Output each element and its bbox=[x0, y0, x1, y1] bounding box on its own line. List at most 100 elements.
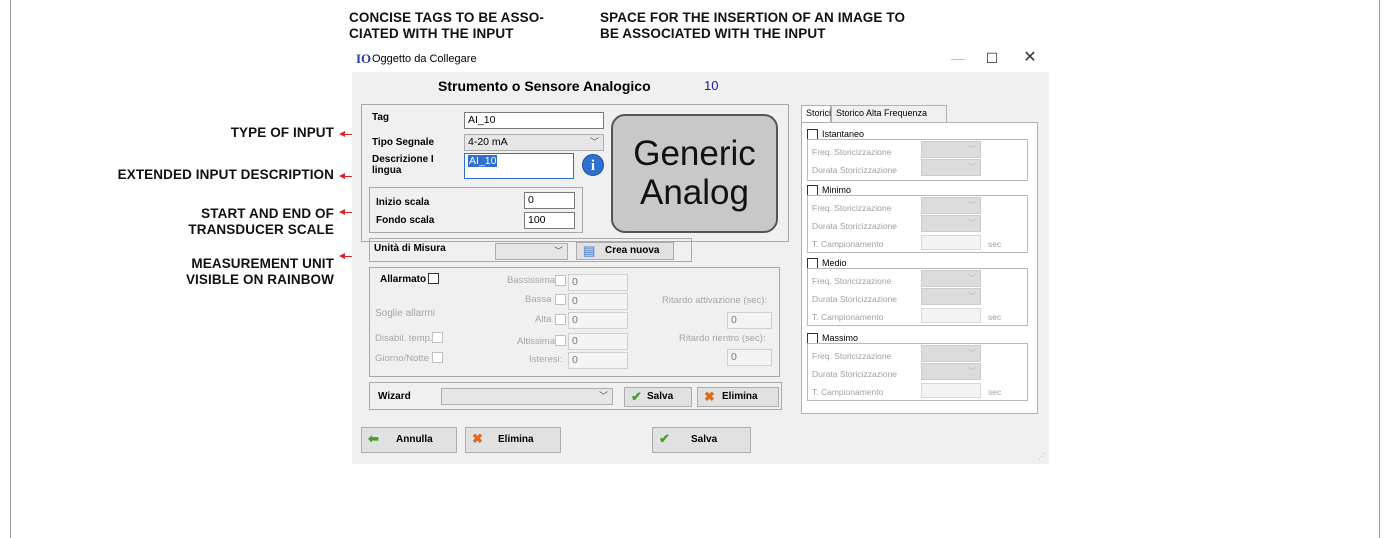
instant-duration-select[interactable]: ﹀ bbox=[921, 159, 981, 176]
footer-save-button[interactable]: ✔ Salva bbox=[652, 427, 751, 453]
very-high-label: Altissima bbox=[517, 336, 556, 347]
return-delay-input[interactable]: 0 bbox=[727, 349, 772, 366]
chevron-down-icon: ﹀ bbox=[968, 145, 976, 154]
day-night-checkbox[interactable] bbox=[432, 352, 443, 363]
very-low-input[interactable]: 0 bbox=[568, 274, 628, 291]
description-value: AI_10 bbox=[468, 155, 498, 167]
annotation-unit-line2: VISIBLE ON RAINBOW bbox=[185, 272, 334, 287]
very-high-input[interactable]: 0 bbox=[568, 333, 628, 350]
input-image[interactable]: Generic Analog bbox=[611, 114, 778, 233]
annotation-extended-desc: EXTENDED INPUT DESCRIPTION bbox=[117, 167, 334, 182]
scale-start-label: Inizio scala bbox=[376, 197, 430, 208]
maximum-freq-label: Freq. Storicizzazione bbox=[812, 351, 892, 361]
thresholds-label: Soglie allarmi bbox=[375, 308, 436, 319]
arrow-left-icon: ⬅ bbox=[368, 431, 379, 446]
medium-sampling-input[interactable] bbox=[921, 308, 981, 323]
alarmed-checkbox[interactable] bbox=[428, 273, 439, 284]
high-input[interactable]: 0 bbox=[568, 312, 628, 329]
scale-start-input[interactable]: 0 bbox=[524, 192, 575, 209]
delete-icon: ✖ bbox=[472, 431, 483, 446]
return-delay-label: Ritardo rientro (sec): bbox=[679, 333, 766, 344]
annotation-unit-line1: MEASUREMENT UNIT bbox=[191, 256, 334, 271]
description-label-line1: Descrizione I bbox=[372, 154, 434, 165]
annotation-image: SPACE FOR THE INSERTION OF AN IMAGE TO B… bbox=[600, 10, 905, 42]
tab-storico-alta-frequenza[interactable]: Storico Alta Frequenza bbox=[831, 105, 947, 122]
temp-disable-checkbox[interactable] bbox=[432, 332, 443, 343]
page-title: Strumento o Sensore Analogico bbox=[438, 78, 651, 94]
hysteresis-label: Isteresi: bbox=[529, 354, 563, 365]
footer-delete-label: Elimina bbox=[498, 434, 534, 445]
resize-grip-icon[interactable]: ⋰ bbox=[1038, 452, 1046, 461]
signal-type-select[interactable]: 4-20 mA ﹀ bbox=[464, 134, 604, 151]
tab-storici[interactable]: Storici bbox=[801, 105, 831, 123]
high-checkbox[interactable] bbox=[555, 314, 566, 325]
low-input[interactable]: 0 bbox=[568, 293, 628, 310]
minimum-duration-label: Durata Storicizzazione bbox=[812, 221, 898, 231]
dialog-window: IO Oggetto da Collegare — ☐ ✕ Strumento … bbox=[352, 46, 1049, 464]
instant-freq-select[interactable]: ﹀ bbox=[921, 141, 981, 158]
footer-save-label: Salva bbox=[691, 434, 718, 445]
maximum-freq-select[interactable]: ﹀ bbox=[921, 345, 981, 362]
app-icon: IO bbox=[356, 51, 372, 66]
annotation-scale-line1: START AND END OF bbox=[201, 206, 334, 221]
annotation-scale: START AND END OF TRANSDUCER SCALE bbox=[120, 206, 334, 238]
hysteresis-input[interactable]: 0 bbox=[568, 352, 628, 369]
minimize-button[interactable]: — bbox=[948, 49, 968, 67]
very-low-label: Bassissima bbox=[507, 275, 556, 286]
scale-end-label: Fondo scala bbox=[376, 215, 435, 226]
chevron-down-icon: ﹀ bbox=[968, 292, 976, 301]
medium-freq-label: Freq. Storicizzazione bbox=[812, 276, 892, 286]
activation-delay-input[interactable]: 0 bbox=[727, 312, 772, 329]
maximum-duration-label: Durata Storicizzazione bbox=[812, 369, 898, 379]
history-panel: Istantaneo Freq. Storicizzazione ﹀ Durat… bbox=[801, 122, 1038, 414]
maximum-sampling-input[interactable] bbox=[921, 383, 981, 398]
minimum-sampling-unit: sec bbox=[988, 239, 1002, 249]
annotation-scale-line2: TRANSDUCER SCALE bbox=[188, 222, 334, 237]
chevron-down-icon: ﹀ bbox=[968, 219, 976, 228]
maximize-button[interactable]: ☐ bbox=[982, 49, 1002, 67]
very-low-checkbox[interactable] bbox=[555, 275, 566, 286]
annotation-image-line2: BE ASSOCIATED WITH THE INPUT bbox=[600, 26, 826, 41]
create-new-button[interactable]: ▤ Crea nuova bbox=[576, 242, 674, 260]
close-button[interactable]: ✕ bbox=[1020, 49, 1040, 67]
low-label: Bassa bbox=[525, 294, 552, 305]
info-icon[interactable]: i bbox=[582, 154, 604, 176]
medium-sampling-label: T. Campionamento bbox=[812, 312, 884, 322]
annotation-tags-line2: CIATED WITH THE INPUT bbox=[349, 26, 514, 41]
unit-select[interactable]: ﹀ bbox=[495, 243, 568, 260]
medium-duration-select[interactable]: ﹀ bbox=[921, 288, 981, 305]
description-input[interactable]: AI_10 bbox=[464, 153, 574, 179]
description-label-line2: lingua bbox=[372, 165, 402, 176]
checkmark-icon: ✔ bbox=[659, 431, 670, 446]
very-high-checkbox[interactable] bbox=[555, 335, 566, 346]
footer-delete-button[interactable]: ✖ Elimina bbox=[465, 427, 561, 453]
medium-sampling-unit: sec bbox=[988, 312, 1002, 322]
medium-freq-select[interactable]: ﹀ bbox=[921, 270, 981, 287]
minimum-sampling-input[interactable] bbox=[921, 235, 981, 250]
tag-input[interactable]: AI_10 bbox=[464, 112, 604, 129]
wizard-delete-label: Elimina bbox=[722, 391, 758, 402]
annotation-unit: MEASUREMENT UNIT VISIBLE ON RAINBOW bbox=[120, 256, 334, 288]
wizard-select[interactable]: ﹀ bbox=[441, 388, 613, 405]
signal-type-label: Tipo Segnale bbox=[372, 137, 435, 148]
minimum-freq-select[interactable]: ﹀ bbox=[921, 197, 981, 214]
wizard-label: Wizard bbox=[378, 391, 411, 402]
arrow-unit-head bbox=[339, 253, 345, 259]
arrow-scale-head bbox=[339, 209, 345, 215]
scale-end-input[interactable]: 100 bbox=[524, 212, 575, 229]
minimum-sampling-label: T. Campionamento bbox=[812, 239, 884, 249]
annotation-image-line1: SPACE FOR THE INSERTION OF AN IMAGE TO bbox=[600, 10, 906, 25]
low-checkbox[interactable] bbox=[555, 294, 566, 305]
chevron-down-icon: ﹀ bbox=[968, 201, 976, 210]
instant-title: Istantaneo bbox=[822, 129, 865, 139]
activation-delay-label: Ritardo attivazione (sec): bbox=[662, 295, 768, 306]
object-number: 10 bbox=[704, 78, 719, 93]
chevron-down-icon: ﹀ bbox=[968, 163, 976, 172]
chevron-down-icon: ﹀ bbox=[589, 137, 599, 147]
cancel-button[interactable]: ⬅ Annulla bbox=[361, 427, 457, 453]
wizard-save-button[interactable]: ✔ Salva bbox=[624, 387, 692, 407]
wizard-delete-button[interactable]: ✖ Elimina bbox=[697, 387, 779, 407]
maximum-duration-select[interactable]: ﹀ bbox=[921, 363, 981, 380]
chevron-down-icon: ﹀ bbox=[968, 367, 976, 376]
minimum-duration-select[interactable]: ﹀ bbox=[921, 215, 981, 232]
